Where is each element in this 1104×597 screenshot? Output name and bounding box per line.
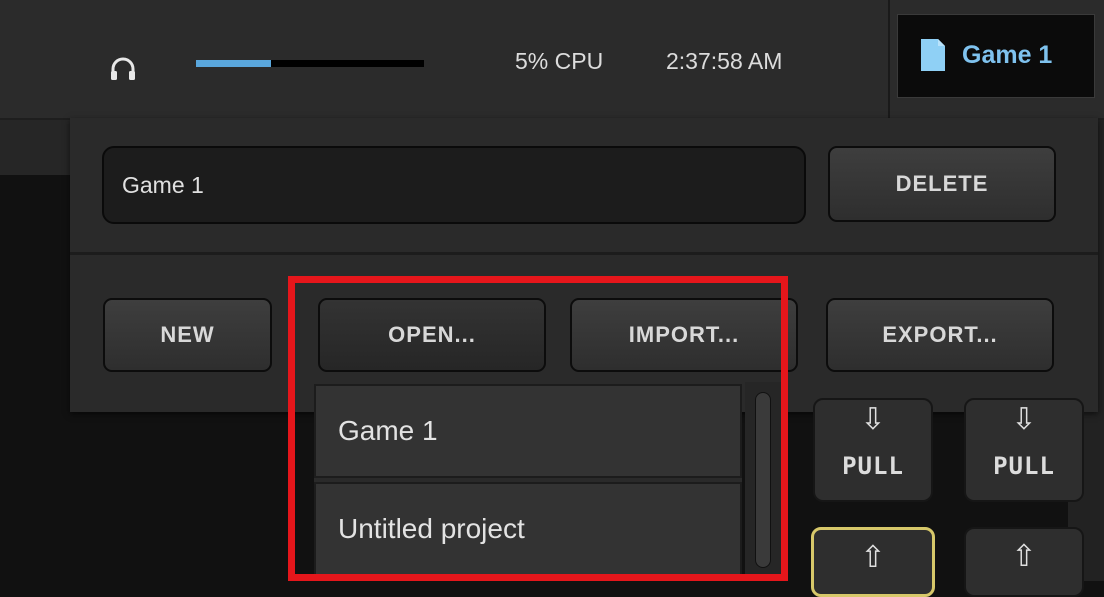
export-button[interactable]: EXPORT...: [826, 298, 1054, 372]
arrow-up-icon: ⇧: [1011, 540, 1037, 573]
arrow-up-icon: ⇧: [860, 541, 886, 574]
arrow-down-icon: ⇩: [860, 403, 886, 436]
divider: [888, 0, 890, 118]
pull-label: PULL: [842, 452, 904, 480]
project-name-input[interactable]: [102, 146, 806, 224]
pull-label: PULL: [993, 452, 1055, 480]
push-button[interactable]: ⇧: [811, 527, 935, 597]
top-status-bar: 5% CPU 2:37:58 AM Game 1: [0, 0, 1104, 118]
document-icon: [921, 39, 945, 71]
clock: 2:37:58 AM: [666, 48, 783, 74]
cpu-usage: 5% CPU: [515, 48, 604, 74]
project-tab[interactable]: Game 1: [897, 14, 1095, 98]
volume-meter-fill: [196, 60, 272, 67]
pull-button[interactable]: ⇩ PULL: [813, 398, 933, 502]
pull-button[interactable]: ⇩ PULL: [964, 398, 1084, 502]
highlight-box: [288, 276, 788, 581]
headphones-icon[interactable]: [110, 56, 136, 82]
divider: [70, 252, 1098, 255]
volume-meter[interactable]: [196, 60, 424, 67]
push-button[interactable]: ⇧: [964, 527, 1084, 597]
delete-button[interactable]: DELETE: [828, 146, 1056, 222]
project-tab-name: Game 1: [962, 41, 1053, 69]
arrow-down-icon: ⇩: [1011, 403, 1037, 436]
new-button[interactable]: NEW: [103, 298, 272, 372]
